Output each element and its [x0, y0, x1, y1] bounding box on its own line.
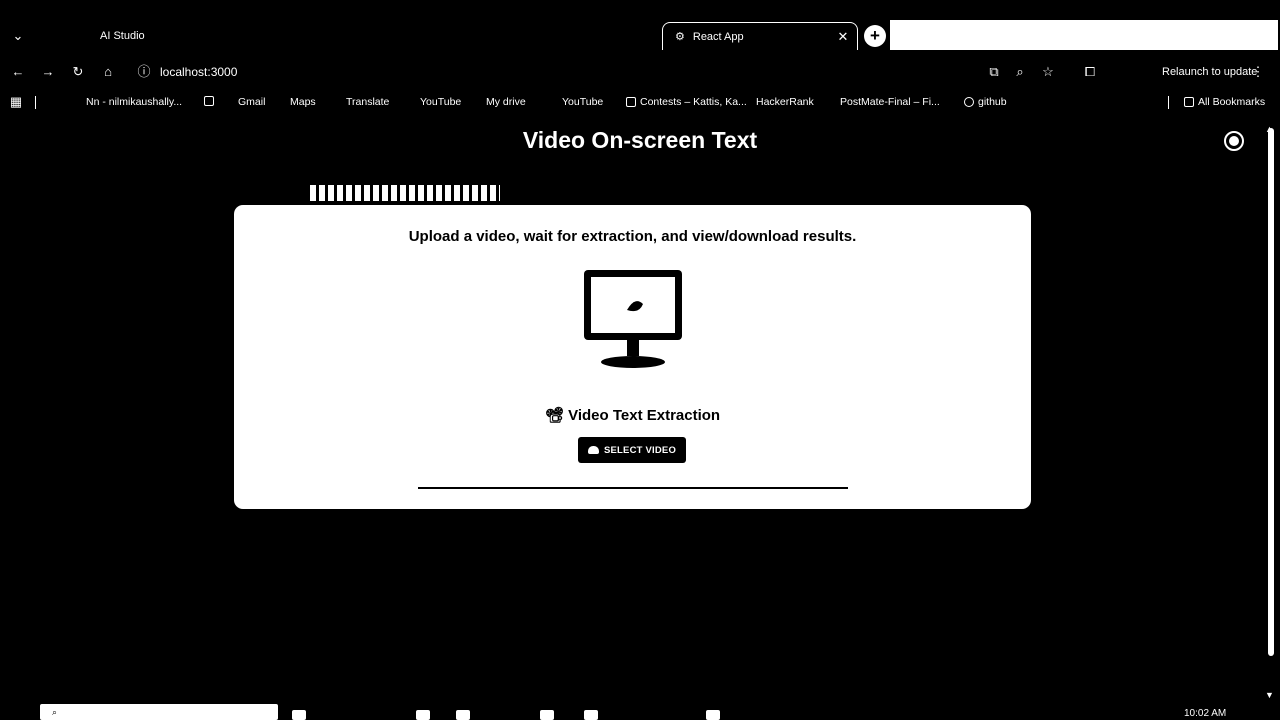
app-icon[interactable] — [540, 710, 554, 720]
select-video-label: SELECT VIDEO — [603, 444, 677, 456]
contest-icon — [626, 97, 636, 107]
bookmark-item[interactable]: YouTube — [562, 96, 603, 108]
select-video-button[interactable]: SELECT VIDEO — [578, 437, 686, 463]
bookmark-item[interactable] — [204, 96, 214, 106]
tab-react-app[interactable]: ⚙ React App ✕ — [662, 22, 858, 50]
bookmark-item[interactable]: github — [964, 96, 1007, 108]
tab-ai-studio[interactable]: AI Studio — [100, 22, 145, 50]
tab-title: AI Studio — [100, 30, 145, 42]
bookmark-item[interactable]: Translate — [346, 96, 389, 108]
progress-bar — [418, 487, 848, 489]
bookmarks-bar: ▦ Nn - nilmikaushally... Gmail Maps Tran… — [0, 92, 1280, 112]
browser-toolbar: ← → ↻ ⌂ ⓘ localhost:3000 ⧉ ⌕ ☆ ⧠ Relaunc… — [0, 56, 1280, 88]
bookmark-item[interactable]: Nn - nilmikaushally... — [86, 96, 182, 108]
card-heading: 📽 Video Text Extraction — [544, 407, 721, 424]
bookmark-item[interactable]: My drive — [486, 96, 526, 108]
cloud-upload-icon — [587, 446, 599, 454]
forward-icon[interactable]: → — [40, 64, 56, 80]
system-clock: 10:02 AM — [1184, 708, 1227, 719]
back-icon[interactable]: ← — [10, 64, 26, 80]
redacted-banner — [310, 185, 500, 201]
chrome-icon[interactable] — [706, 710, 720, 720]
zoom-icon[interactable]: ⌕ — [1012, 64, 1028, 80]
bookmark-item[interactable]: Contests – Kattis, Ka... — [626, 96, 747, 108]
divider — [35, 96, 36, 109]
home-icon[interactable]: ⌂ — [100, 64, 116, 80]
relaunch-button[interactable]: Relaunch to update — [1162, 66, 1257, 78]
menu-icon[interactable]: ⋮ — [1250, 64, 1266, 80]
tab-search-icon[interactable]: ⌄ — [10, 28, 26, 44]
tab-title: React App — [692, 30, 744, 43]
bookmark-item[interactable]: HackerRank — [756, 96, 814, 108]
reload-icon[interactable]: ↻ — [70, 64, 86, 80]
close-icon[interactable]: ✕ — [835, 29, 851, 45]
bookmark-item[interactable]: Gmail — [238, 96, 265, 108]
apps-icon[interactable]: ▦ — [8, 94, 24, 110]
taskbar-search[interactable]: ⌕ — [40, 704, 278, 720]
bookmark-item[interactable]: PostMate-Final – Fi... — [840, 96, 940, 108]
scrollbar[interactable] — [1268, 128, 1274, 656]
app-icon[interactable] — [584, 710, 598, 720]
card-subtitle: Upload a video, wait for extraction, and… — [408, 228, 857, 245]
site-info-icon[interactable]: ⓘ — [136, 64, 152, 80]
address-bar[interactable]: localhost:3000 — [160, 65, 237, 79]
theme-toggle-icon[interactable] — [1224, 131, 1244, 151]
bookmark-star-icon[interactable]: ☆ — [1040, 64, 1056, 80]
bookmark-item[interactable]: YouTube — [420, 96, 461, 108]
extensions-icon[interactable]: ⧠ — [1082, 64, 1098, 80]
tab-strip-empty — [890, 20, 1278, 50]
tab-favicon-icon: ⚙ — [675, 31, 685, 43]
page-title: Video On-screen Text — [522, 127, 758, 153]
globe-icon — [204, 96, 214, 106]
new-tab-button[interactable]: + — [864, 25, 886, 47]
store-icon[interactable] — [456, 710, 470, 720]
bookmark-item[interactable]: Maps — [290, 96, 316, 108]
scroll-down-icon[interactable]: ▼ — [1265, 690, 1274, 700]
upload-card: Upload a video, wait for extraction, and… — [234, 205, 1031, 509]
taskbar: ⌕ 10:02 AM — [0, 704, 1280, 720]
folder-icon — [1184, 97, 1194, 107]
explorer-icon[interactable] — [416, 710, 430, 720]
monitor-illustration-icon — [584, 270, 682, 368]
all-bookmarks-button[interactable]: All Bookmarks — [1184, 96, 1265, 108]
taskview-icon[interactable] — [292, 710, 306, 720]
install-icon[interactable]: ⧉ — [986, 64, 1002, 80]
divider — [1168, 96, 1169, 109]
github-icon — [964, 97, 974, 107]
